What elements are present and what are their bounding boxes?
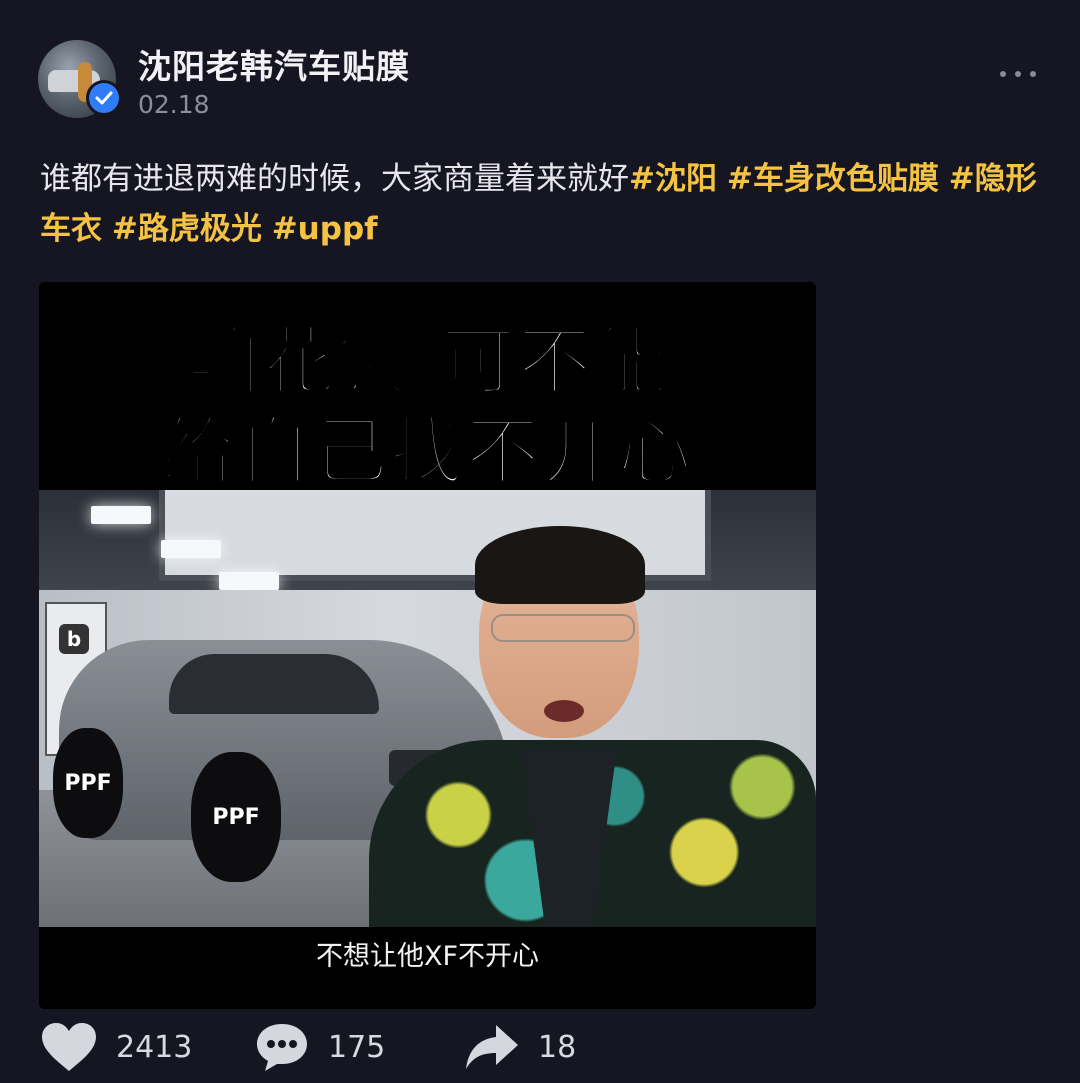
ceiling-light	[219, 572, 279, 590]
share-arrow-icon	[466, 1025, 518, 1069]
heart-icon	[42, 1023, 96, 1071]
author-name[interactable]: 沈阳老韩汽车贴膜	[138, 40, 410, 88]
more-dot-icon	[1015, 71, 1021, 77]
hashtag-link[interactable]: #车身改色贴膜	[727, 161, 939, 197]
hashtag-link[interactable]: #uppf	[272, 211, 378, 247]
video-thumbnail-scene: b PPF PPF	[39, 490, 816, 927]
post-date: 02.18	[138, 90, 210, 119]
video-title-line-2: 给自己找不开心	[160, 408, 694, 497]
video-title-band: 咱花钱 可不能 给自己找不开心	[39, 282, 816, 497]
comment-button[interactable]: 175	[254, 1015, 385, 1079]
post-header: 沈阳老韩汽车贴膜 02.18	[38, 38, 1048, 128]
banner-logo: b	[59, 624, 89, 654]
comment-icon	[257, 1024, 307, 1071]
ceiling-light	[91, 506, 151, 524]
verified-badge-icon	[86, 80, 122, 116]
post-text: 谁都有进退两难的时候，大家商量着来就好#沈阳 #车身改色贴膜 #隐形车衣 #路虎…	[40, 154, 1040, 254]
ceiling-light	[161, 540, 221, 558]
comment-count: 175	[328, 1029, 386, 1065]
wheel-cover: PPF	[53, 728, 123, 838]
video-card[interactable]: 咱花钱 可不能 给自己找不开心 b PPF PPF 不想让他XF不开心	[39, 282, 816, 1009]
share-count: 18	[538, 1029, 577, 1065]
video-subtitle: 不想让他XF不开心	[315, 941, 540, 972]
more-options-button[interactable]	[1000, 66, 1036, 82]
like-count: 2413	[116, 1029, 193, 1065]
checkmark-icon	[95, 91, 113, 105]
person-hair	[475, 526, 645, 604]
hashtag-link[interactable]: #路虎极光	[112, 211, 262, 247]
wheel-cover: PPF	[191, 752, 281, 882]
like-button[interactable]: 2413	[40, 1015, 192, 1079]
more-dot-icon	[1030, 71, 1036, 77]
hashtag-link[interactable]: #沈阳	[629, 161, 717, 197]
share-button[interactable]: 18	[464, 1015, 576, 1079]
car-window	[169, 654, 379, 714]
post-body-text: 谁都有进退两难的时候，大家商量着来就好	[40, 161, 629, 197]
person-glasses	[491, 614, 635, 642]
person-mouth	[544, 700, 584, 722]
more-dot-icon	[1000, 71, 1006, 77]
action-bar: 2413 175 18	[40, 1015, 1040, 1079]
